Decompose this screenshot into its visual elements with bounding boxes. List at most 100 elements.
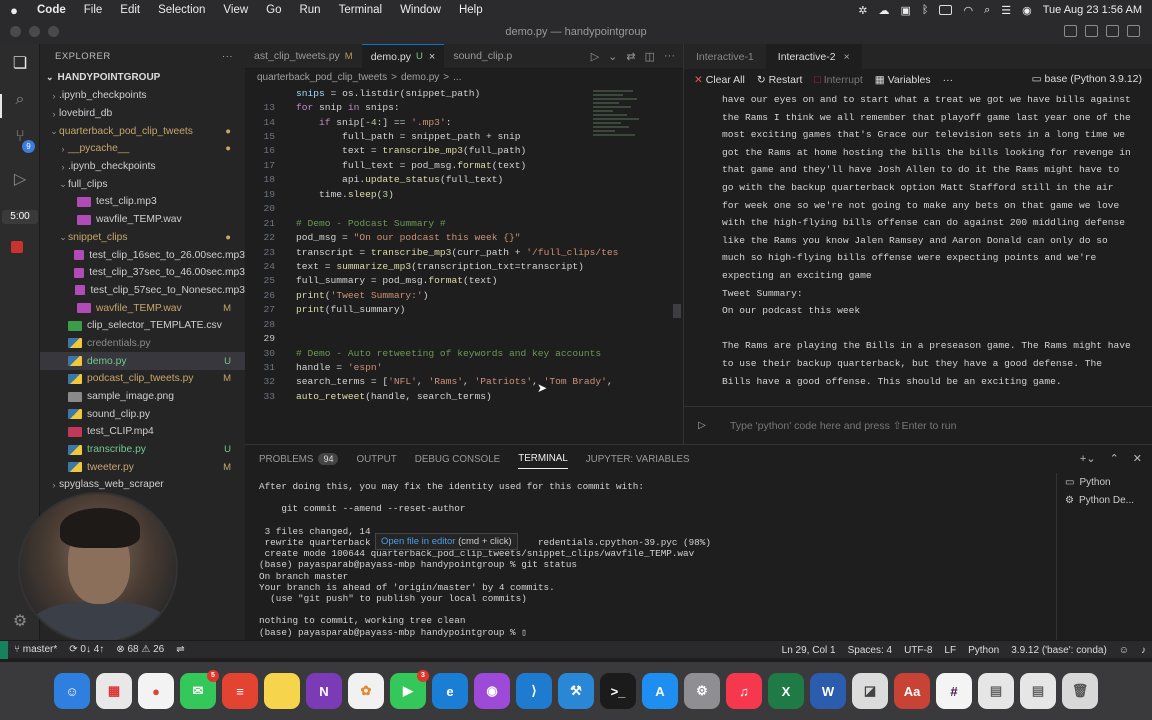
- terminal-item-python[interactable]: ▭ Python: [1057, 473, 1152, 491]
- panel-tab[interactable]: PROBLEMS 94: [259, 452, 339, 465]
- dock-messages-icon[interactable]: ✉ 5: [180, 670, 219, 709]
- dock-vscode-icon[interactable]: ⟩: [516, 673, 552, 709]
- record-icon[interactable]: [11, 241, 23, 253]
- breadcrumb-item[interactable]: quarterback_pod_clip_tweets: [257, 72, 387, 83]
- dock-edge-icon[interactable]: e: [432, 673, 468, 709]
- end-of-line[interactable]: LF: [938, 645, 962, 656]
- code-line[interactable]: 19 time.sleep(3): [245, 187, 683, 201]
- code-line[interactable]: 21 # Demo - Podcast Summary #: [245, 216, 683, 230]
- toggle-secondary-sidebar-icon[interactable]: [1106, 25, 1119, 37]
- editor-tab[interactable]: ast_clip_tweets.py M: [245, 44, 362, 69]
- dock-slack-icon[interactable]: #: [936, 673, 972, 709]
- toggle-panel-icon[interactable]: [1085, 25, 1098, 37]
- clear-all-button[interactable]: ✕ Clear All: [694, 74, 745, 86]
- file-item[interactable]: clip_selector_TEMPLATE.csv: [40, 317, 245, 335]
- breadcrumb-item[interactable]: ...: [453, 72, 461, 83]
- code-line[interactable]: 26 print('Tweet Summary:'): [245, 288, 683, 302]
- gear-icon[interactable]: ⚙: [8, 610, 32, 632]
- file-item[interactable]: demo.py U: [40, 352, 245, 370]
- kernel-picker[interactable]: ▭ base (Python 3.9.12): [1032, 73, 1142, 85]
- code-line[interactable]: 28: [245, 317, 683, 331]
- terminal-output[interactable]: After doing this, you may fix the identi…: [259, 481, 1059, 638]
- gear-icon[interactable]: ✲: [858, 4, 867, 17]
- file-item[interactable]: wavfile_TEMP.wav M: [40, 299, 245, 317]
- dock-music-icon[interactable]: ♫: [726, 673, 762, 709]
- repl-input[interactable]: Type 'python' code here and press ⇧Enter…: [720, 420, 956, 432]
- wifi-icon[interactable]: ◠: [963, 4, 973, 17]
- folder-item[interactable]: › __pycache__ ●: [40, 140, 245, 158]
- panel-tab[interactable]: OUTPUT: [356, 454, 396, 465]
- code-line[interactable]: 32 search_terms = ['NFL', 'Rams', 'Patrio…: [245, 375, 683, 389]
- menu-view[interactable]: View: [214, 4, 257, 16]
- menu-window[interactable]: Window: [391, 4, 450, 16]
- editor-tab[interactable]: sound_clip.p: [444, 44, 526, 69]
- menu-go[interactable]: Go: [257, 4, 290, 16]
- feedback-icon[interactable]: ☺: [1113, 645, 1135, 656]
- indentation[interactable]: Spaces: 4: [842, 645, 898, 656]
- cloud-icon[interactable]: ☁: [878, 4, 889, 17]
- more-actions-icon[interactable]: ···: [664, 50, 675, 63]
- customize-layout-icon[interactable]: [1127, 25, 1140, 37]
- dock-podcasts-icon[interactable]: ◉: [474, 673, 510, 709]
- sync-indicator[interactable]: ⟳ 0↓ 4↑: [63, 644, 110, 655]
- bell-icon[interactable]: ♪: [1135, 645, 1152, 656]
- dock-fontbook-icon[interactable]: Aa: [894, 673, 930, 709]
- code-line[interactable]: 20: [245, 202, 683, 216]
- folder-item[interactable]: ⌄ quarterback_pod_clip_tweets ●: [40, 122, 245, 140]
- explorer-icon[interactable]: ❏: [8, 52, 32, 74]
- project-root[interactable]: ⌄ HANDYPOINTGROUP: [40, 68, 245, 87]
- code-line[interactable]: 25 full_summary = pod_msg.format(text): [245, 274, 683, 288]
- bluetooth-icon[interactable]: ᛒ: [922, 4, 929, 16]
- more-actions-icon[interactable]: ···: [943, 74, 954, 86]
- file-item[interactable]: tweeter.py M: [40, 458, 245, 476]
- encoding[interactable]: UTF-8: [898, 645, 938, 656]
- menu-app[interactable]: Code: [28, 4, 75, 16]
- code-line[interactable]: 29: [245, 331, 683, 345]
- dock-facetime-icon[interactable]: ▶ 3: [390, 670, 429, 709]
- file-item[interactable]: wavfile_TEMP.wav: [40, 211, 245, 229]
- file-item[interactable]: test_clip.mp3: [40, 193, 245, 211]
- dock-todoist-icon[interactable]: ≡: [222, 673, 258, 709]
- siri-icon[interactable]: ◉: [1022, 4, 1032, 17]
- battery-icon[interactable]: [939, 5, 953, 15]
- maximize-panel-icon[interactable]: ⌃: [1110, 452, 1119, 465]
- file-item[interactable]: test_clip_57sec_to_Nonesec.mp3: [40, 282, 245, 300]
- restart-button[interactable]: ↻ Restart: [757, 74, 803, 86]
- breadcrumb-item[interactable]: demo.py: [401, 72, 439, 83]
- apple-icon[interactable]: ●: [0, 3, 28, 18]
- remote-indicator[interactable]: [0, 640, 8, 659]
- control-center-icon[interactable]: ☰: [1001, 4, 1011, 17]
- close-window-button[interactable]: [10, 26, 21, 37]
- editor-tab[interactable]: demo.py U ×: [361, 43, 445, 69]
- file-item[interactable]: test_clip_16sec_to_26.00sec.mp3: [40, 246, 245, 264]
- close-panel-icon[interactable]: ✕: [1133, 452, 1142, 465]
- dock-chrome-icon[interactable]: ●: [138, 673, 174, 709]
- editor-scrollbar[interactable]: [673, 304, 681, 318]
- screen-record-icon[interactable]: ▣: [900, 4, 910, 17]
- dock-notes-icon[interactable]: [264, 673, 300, 709]
- code-line[interactable]: 31 handle = 'espn': [245, 360, 683, 374]
- folder-item[interactable]: › lovebird_db: [40, 105, 245, 123]
- tooltip-link[interactable]: Open file in editor: [381, 536, 455, 547]
- search-icon[interactable]: ⌕: [8, 89, 32, 111]
- menu-terminal[interactable]: Terminal: [330, 4, 391, 16]
- interpreter[interactable]: 3.9.12 ('base': conda): [1005, 645, 1113, 656]
- code-line[interactable]: 30 # Demo - Auto retweeting of keywords a…: [245, 346, 683, 360]
- menu-help[interactable]: Help: [450, 4, 492, 16]
- code-line[interactable]: 23 transcript = transcribe_mp3(curr_path …: [245, 245, 683, 259]
- dock-appstore-icon[interactable]: A: [642, 673, 678, 709]
- ports-icon[interactable]: ⇌: [170, 644, 190, 655]
- dock-trash-icon[interactable]: 🗑: [1062, 673, 1098, 709]
- tab-interactive-1[interactable]: Interactive-1: [684, 44, 766, 69]
- branch-indicator[interactable]: ⑂ master*: [8, 644, 63, 655]
- terminal-item-python-debug[interactable]: ⚙ Python De...: [1057, 491, 1152, 509]
- toggle-sidebar-icon[interactable]: [1064, 25, 1077, 37]
- folder-item[interactable]: ⌄ full_clips: [40, 175, 245, 193]
- code-line[interactable]: 22 pod_msg = "On our podcast this week {}…: [245, 230, 683, 244]
- folder-item[interactable]: › spyglass_web_scraper: [40, 476, 245, 494]
- interrupt-button[interactable]: □ Interrupt: [814, 74, 862, 86]
- menu-edit[interactable]: Edit: [111, 4, 149, 16]
- code-line[interactable]: 33 auto_retweet(handle, search_terms): [245, 389, 683, 403]
- cursor-position[interactable]: Ln 29, Col 1: [776, 645, 842, 656]
- dock-excel-icon[interactable]: X: [768, 673, 804, 709]
